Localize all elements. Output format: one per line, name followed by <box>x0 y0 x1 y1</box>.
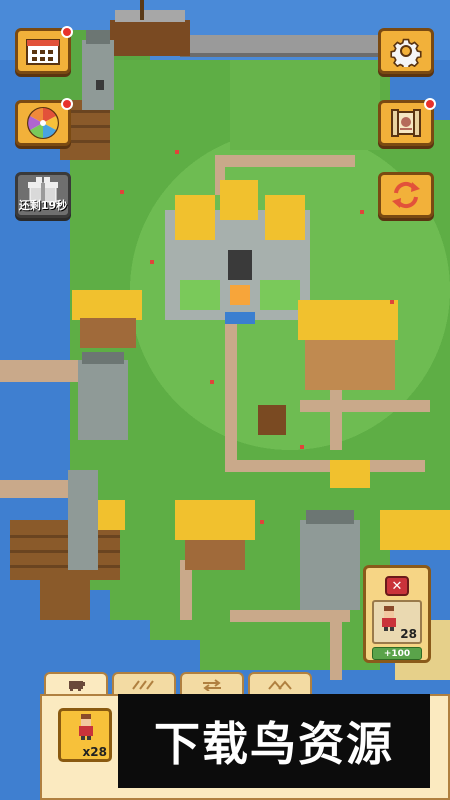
calendar-button[interactable] <box>15 26 73 74</box>
well <box>258 405 286 435</box>
tray-unit-card[interactable]: x28 <box>58 708 112 762</box>
notification-badge <box>424 98 436 110</box>
gift-button[interactable]: 还剩19秒 <box>15 172 71 218</box>
notification-badge <box>61 98 73 110</box>
close-button[interactable]: ✕ <box>385 576 409 596</box>
scroll-icon <box>391 109 421 137</box>
quest-scroll-button[interactable] <box>378 98 436 146</box>
tray-unit-count: x28 <box>82 745 107 759</box>
villager-icon <box>79 714 93 740</box>
recruit-cost-button[interactable]: +100 <box>372 647 422 660</box>
tab-swap[interactable] <box>180 672 244 696</box>
tab-peak[interactable] <box>248 672 312 696</box>
villager-icon <box>382 606 396 631</box>
lucky-wheel-button[interactable] <box>15 98 73 146</box>
refresh-button[interactable] <box>378 172 434 218</box>
stone-wall <box>180 35 380 53</box>
tab-pig[interactable] <box>44 672 108 696</box>
recruit-panel: ✕ 28 +100 <box>363 565 431 663</box>
unit-count: 28 <box>400 627 417 641</box>
refresh-arrows-icon <box>392 181 420 209</box>
watermark-text: 下载鸟资源 <box>154 717 394 771</box>
notification-badge <box>61 26 73 38</box>
calendar-icon <box>26 39 60 65</box>
arrows-icon <box>132 680 154 690</box>
tab-arrows[interactable] <box>112 672 176 696</box>
pig-icon <box>69 681 85 691</box>
cost-value: +100 <box>383 648 411 659</box>
gear-icon <box>390 38 422 67</box>
peak-icon <box>268 680 292 690</box>
lighthouse-tower-top <box>82 30 114 110</box>
watermark-banner: 下载鸟资源 <box>118 694 430 788</box>
gift-timer: 还剩19秒 <box>18 199 68 212</box>
wheel-icon <box>27 107 59 139</box>
unit-card[interactable]: 28 <box>372 600 422 644</box>
settings-button[interactable] <box>378 28 434 74</box>
castle <box>165 180 310 324</box>
swap-icon <box>203 679 221 691</box>
